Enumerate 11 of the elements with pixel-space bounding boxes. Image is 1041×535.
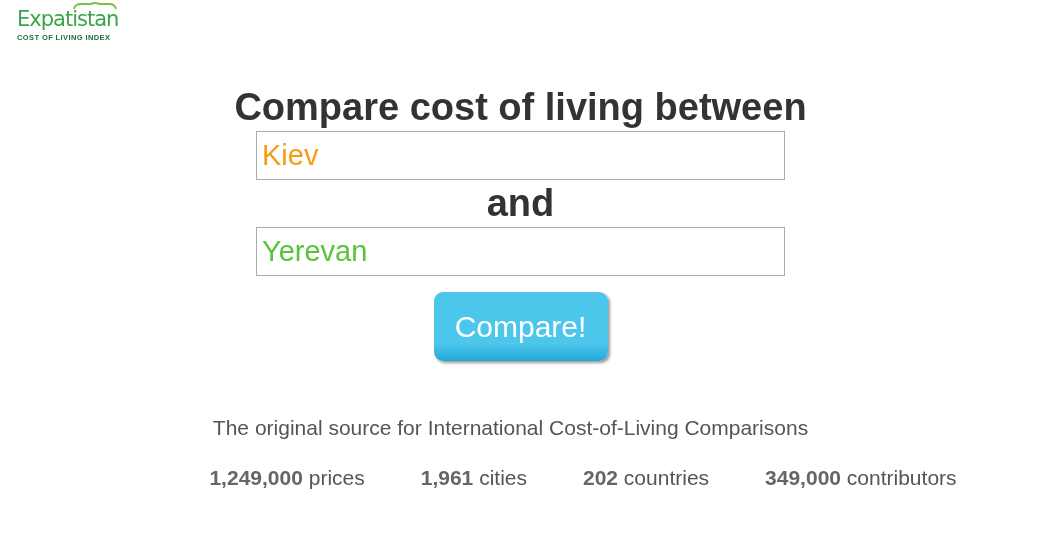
stat-text: 349,000 contributors: [765, 466, 957, 490]
city-field[interactable]: Yerevan: [256, 227, 785, 276]
subtitle-text: The original source for International Cost-of-Living Comparisons: [212, 416, 809, 440]
city-field[interactable]: Kiev: [256, 131, 785, 180]
compare-button[interactable]: Compare!: [433, 292, 608, 361]
connector-text: and: [486, 181, 555, 226]
stat-text: 1,249,000 prices: [209, 466, 365, 490]
stat-text: 202 countries: [583, 466, 710, 490]
stat-text: 1,961 cities: [420, 466, 527, 490]
page-title: Compare cost of living between: [234, 85, 807, 130]
logo-name[interactable]: Expatistan: [17, 7, 119, 31]
